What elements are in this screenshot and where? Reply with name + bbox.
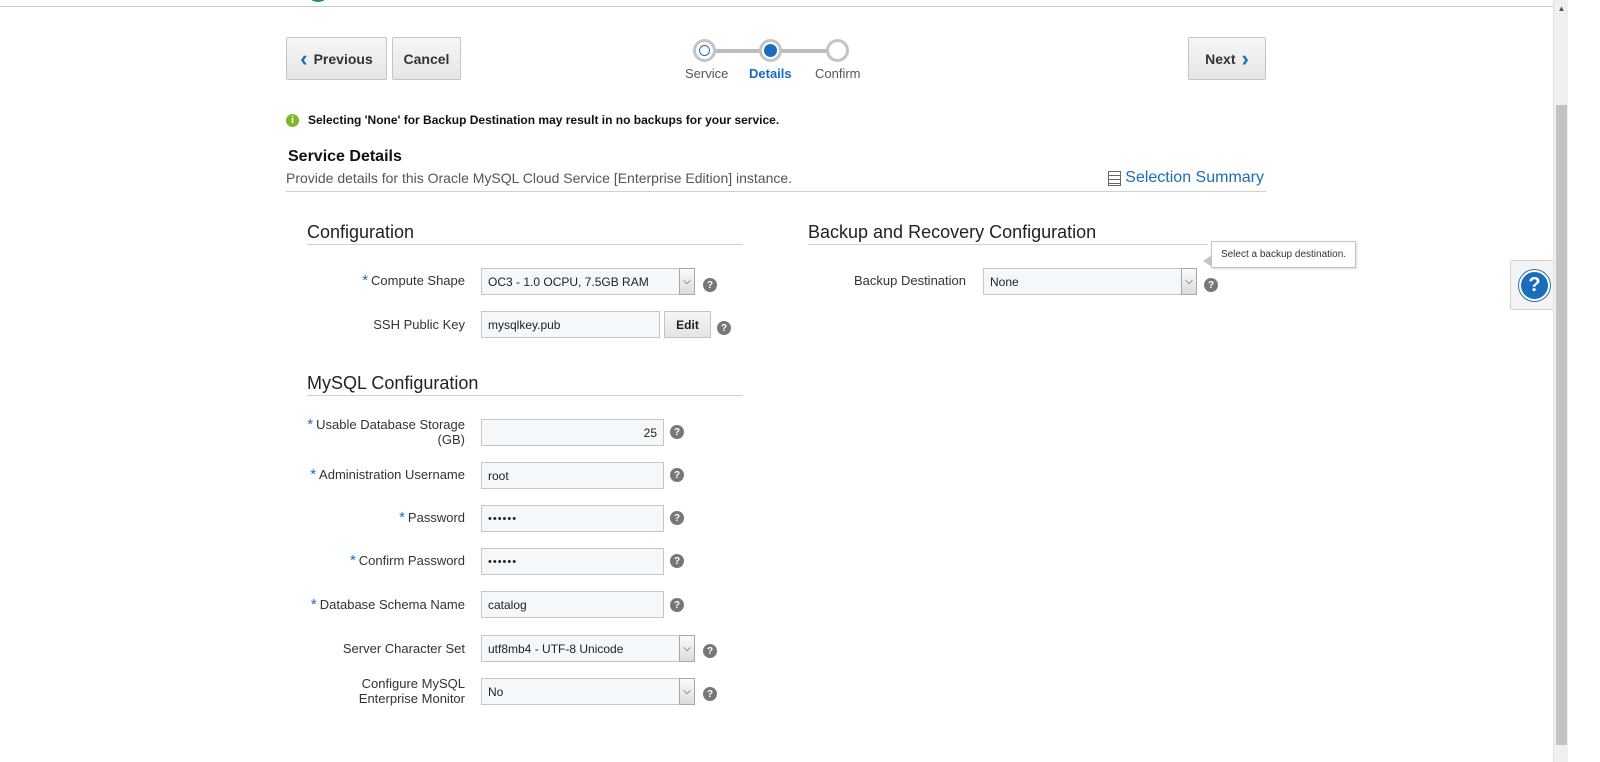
ssh-public-key-value: mysqlkey.pub [488,317,561,332]
mysql-configuration-section-title: MySQL Configuration [307,373,479,393]
help-icon[interactable]: ? [670,425,684,439]
scrollbar-thumb[interactable] [1556,105,1567,745]
confirm-password-input[interactable]: •••••• [481,548,664,575]
help-icon[interactable]: ? [703,278,717,292]
train-label-service[interactable]: Service [685,66,728,81]
wizard-train: Service Details Confirm [685,38,880,88]
chevron-down-icon[interactable]: ⌵ [679,268,695,295]
help-icon[interactable]: ? [670,511,684,525]
storage-value: 25 [643,425,657,440]
divider [808,244,1208,245]
question-icon: ? [1519,270,1550,301]
train-stop-details[interactable] [759,39,782,62]
confirm-password-value: •••••• [488,555,518,568]
cancel-label: Cancel [403,50,450,67]
compute-shape-value: OC3 - 1.0 OCPU, 7.5GB RAM [488,274,649,289]
storage-label: * Usable Database Storage (GB) [307,416,465,447]
cancel-button[interactable]: Cancel [392,37,461,80]
chevron-down-icon[interactable]: ⌵ [679,635,695,662]
character-set-label: Server Character Set [342,641,465,656]
train-stop-confirm[interactable] [826,39,849,62]
password-value: •••••• [488,512,518,525]
help-icon[interactable]: ? [670,598,684,612]
backup-destination-select[interactable]: None ⌵ [983,268,1197,295]
admin-username-label: * Administration Username [310,466,465,483]
help-icon[interactable]: ? [703,687,717,701]
window-gutter [1568,0,1600,762]
enterprise-monitor-value: No [488,684,504,699]
summary-list-icon [1108,170,1122,186]
chevron-right-icon: › [1241,45,1249,71]
previous-button[interactable]: ‹ Previous [286,37,387,80]
compute-shape-select[interactable]: OC3 - 1.0 OCPU, 7.5GB RAM ⌵ [481,268,695,295]
help-icon[interactable]: ? [1204,278,1218,292]
admin-username-input[interactable]: root [481,462,664,489]
compute-shape-label: * Compute Shape [362,272,465,289]
backup-destination-tooltip: Select a backup destination. [1203,241,1356,268]
storage-input[interactable]: 25 [481,419,664,446]
admin-username-value: root [488,468,509,483]
divider [307,395,743,396]
password-input[interactable]: •••••• [481,505,664,532]
ssh-public-key-input[interactable]: mysqlkey.pub [481,311,660,338]
schema-name-label: * Database Schema Name [310,596,465,613]
backup-destination-label: Backup Destination [853,273,966,288]
schema-name-input[interactable]: catalog [481,591,664,618]
confirm-password-label: * Confirm Password [349,552,465,569]
required-icon: * [362,272,369,289]
chevron-left-icon: ‹ [300,45,308,71]
backup-section-title: Backup and Recovery Configuration [808,222,1097,242]
help-icon[interactable]: ? [670,468,684,482]
backup-destination-value: None [990,274,1019,289]
page-title: Service Details [288,148,402,165]
scroll-up-icon[interactable]: ▲ [1554,0,1569,16]
divider [307,244,743,245]
train-stop-service[interactable] [693,39,716,62]
schema-name-value: catalog [488,597,527,612]
info-message: i Selecting 'None' for Backup Destinatio… [286,113,779,127]
train-label-confirm[interactable]: Confirm [815,66,861,81]
chevron-down-icon[interactable]: ⌵ [679,678,695,705]
help-icon[interactable]: ? [670,554,684,568]
ssh-public-key-label: SSH Public Key [373,317,465,332]
info-icon: i [286,113,299,127]
character-set-select[interactable]: utf8mb4 - UTF-8 Unicode ⌵ [481,635,695,662]
required-icon: * [307,416,314,433]
required-icon: * [310,466,317,483]
password-label: * Password [399,509,465,526]
top-header-strip [0,0,1553,7]
character-set-value: utf8mb4 - UTF-8 Unicode [488,641,624,656]
help-icon[interactable]: ? [717,321,731,335]
selection-summary-link[interactable]: Selection Summary [1108,169,1264,187]
info-message-text: Selecting 'None' for Backup Destination … [308,113,780,127]
required-icon: * [349,552,356,569]
next-label: Next [1205,50,1236,67]
divider [286,191,1266,192]
ssh-key-edit-button[interactable]: Edit [664,311,711,338]
next-button[interactable]: Next › [1188,37,1266,80]
selection-summary-label: Selection Summary [1125,169,1264,186]
enterprise-monitor-select[interactable]: No ⌵ [481,678,695,705]
chevron-down-icon[interactable]: ⌵ [1181,268,1197,295]
train-track [781,49,827,53]
page-description: Provide details for this Oracle MySQL Cl… [286,170,793,186]
oracle-logo-icon [306,0,330,2]
train-label-details[interactable]: Details [749,66,792,81]
required-icon: * [399,509,405,526]
enterprise-monitor-label: Configure MySQL Enterprise Monitor [358,676,465,706]
help-icon[interactable]: ? [703,644,717,658]
required-icon: * [310,596,317,613]
configuration-section-title: Configuration [307,222,415,242]
vertical-scrollbar[interactable]: ▲ [1553,0,1568,762]
train-track [714,49,760,53]
previous-label: Previous [313,50,373,67]
